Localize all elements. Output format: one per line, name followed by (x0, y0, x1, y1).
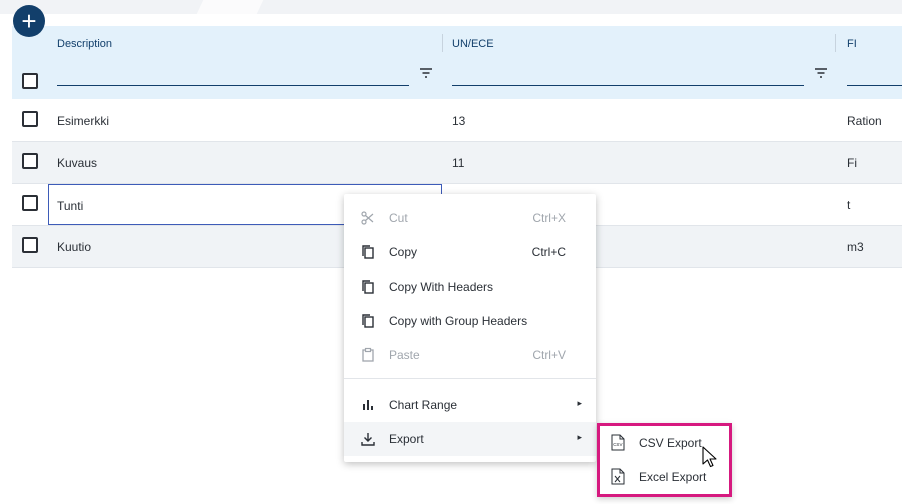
column-title-fi: FI (847, 38, 857, 50)
column-separator[interactable] (835, 34, 836, 52)
row-checkbox[interactable] (22, 153, 38, 169)
bar-chart-icon (363, 400, 373, 410)
column-separator[interactable] (442, 34, 443, 52)
menu-item-copy-with-headers[interactable]: Copy With Headers (344, 270, 596, 304)
menu-item-label: Cut (389, 211, 408, 225)
menu-item-label: Copy with Group Headers (389, 314, 528, 328)
column-header-unece[interactable]: UN/ECE (452, 26, 832, 99)
menu-item-label: Excel Export (639, 470, 707, 484)
grid-header: Description UN/ECE FI (12, 26, 902, 99)
top-bar (0, 0, 902, 14)
column-header-description[interactable]: Description (57, 26, 442, 99)
cell-description: Tunti (57, 199, 84, 213)
cell-fi[interactable]: m3 (847, 240, 864, 254)
cell-unece[interactable]: 13 (452, 114, 465, 128)
copy-icon (362, 280, 374, 294)
row-checkbox[interactable] (22, 111, 38, 127)
cell-description[interactable]: Esimerkki (57, 114, 109, 128)
submenu-arrow-icon: ▸ (577, 432, 582, 442)
menu-item-label: CSV Export (639, 436, 702, 450)
unece-filter-input[interactable] (452, 85, 804, 86)
row-checkbox[interactable] (22, 237, 38, 253)
csv-file-icon: CSV (611, 434, 625, 451)
svg-text:CSV: CSV (613, 442, 622, 447)
cell-fi[interactable]: Fi (847, 156, 857, 170)
menu-item-copy-with-group-headers[interactable]: Copy with Group Headers (344, 304, 596, 338)
download-icon (361, 433, 375, 446)
context-menu: Cut Ctrl+X Copy Ctrl+C Copy With Headers… (344, 194, 596, 462)
mouse-pointer-icon (702, 446, 717, 468)
row-checkbox[interactable] (22, 195, 38, 211)
menu-item-label: Chart Range (389, 398, 458, 412)
select-all-checkbox[interactable] (22, 73, 38, 89)
menu-item-export[interactable]: Export ▸ (344, 422, 596, 456)
menu-item-shortcut: Ctrl+V (532, 348, 566, 362)
menu-item-label: Export (389, 432, 424, 446)
cell-description[interactable]: Kuvaus (57, 156, 97, 170)
cell-fi[interactable]: Ration (847, 114, 882, 128)
cell-fi[interactable]: t (847, 198, 850, 212)
add-row-button[interactable]: + (13, 5, 45, 37)
fi-filter-input[interactable] (847, 85, 902, 86)
menu-item-chart-range[interactable]: Chart Range ▸ (344, 388, 596, 422)
column-title-unece: UN/ECE (452, 38, 494, 50)
menu-item-label: Paste (389, 348, 420, 362)
menu-item-shortcut: Ctrl+X (532, 211, 566, 225)
cell-description[interactable]: Kuutio (57, 240, 91, 254)
copy-icon (362, 245, 374, 259)
menu-item-label: Copy (389, 245, 418, 259)
table-row[interactable]: Esimerkki 13 Ration (12, 100, 902, 142)
menu-item-shortcut: Ctrl+C (531, 245, 566, 259)
table-row[interactable]: Kuvaus 11 Fi (12, 142, 902, 184)
column-title-description: Description (57, 38, 113, 50)
copy-icon (362, 314, 374, 328)
description-filter-input[interactable] (57, 85, 409, 86)
filter-icon[interactable] (419, 67, 433, 79)
menu-separator (344, 378, 596, 379)
submenu-arrow-icon: ▸ (577, 398, 582, 408)
clipboard-icon (362, 347, 374, 362)
menu-item-copy[interactable]: Copy Ctrl+C (344, 235, 596, 269)
column-header-fi[interactable]: FI (847, 26, 902, 99)
scissors-icon (361, 211, 374, 225)
cell-unece[interactable]: 11 (452, 156, 464, 170)
filter-icon[interactable] (814, 67, 828, 79)
menu-item-paste[interactable]: Paste Ctrl+V (344, 338, 596, 372)
menu-item-cut[interactable]: Cut Ctrl+X (344, 201, 596, 235)
menu-item-label: Copy With Headers (389, 280, 494, 294)
excel-file-icon (611, 468, 625, 485)
